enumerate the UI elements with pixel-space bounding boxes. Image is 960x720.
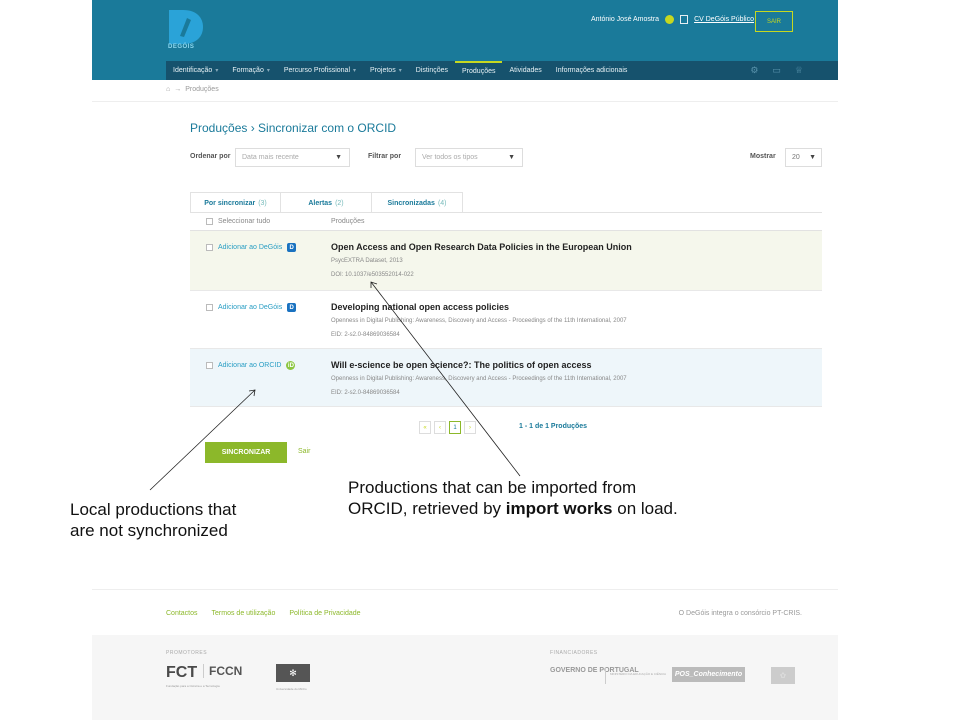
minho-logo[interactable]: ✻ bbox=[276, 664, 310, 682]
fct-logo[interactable]: FCT bbox=[166, 664, 197, 682]
arrow-left bbox=[149, 389, 256, 491]
funders-label: FINANCIADORES bbox=[550, 650, 598, 656]
annotation-local: Local productions that are not synchroni… bbox=[70, 499, 236, 541]
arrow-right bbox=[370, 281, 521, 477]
fct-subtitle: Fundação para a Ciência e a Tecnologia bbox=[166, 684, 220, 688]
fccn-logo[interactable]: FCCN bbox=[203, 664, 242, 678]
footer-divider bbox=[92, 589, 838, 590]
annotation-orcid: Productions that can be imported from OR… bbox=[348, 477, 678, 519]
annotation-arrows bbox=[149, 281, 521, 491]
annotation-line: are not synchronized bbox=[70, 521, 228, 540]
minho-subtitle: Universidade do Minho bbox=[276, 687, 307, 691]
poc-logo[interactable]: POS_Conhecimento bbox=[672, 667, 745, 682]
footer-link-privacidade[interactable]: Política de Privacidade bbox=[289, 610, 360, 617]
eu-flag-icon[interactable]: ✩ bbox=[771, 667, 795, 684]
footer-consortium: O DeGóis integra o consórcio PT-CRIS. bbox=[678, 610, 802, 617]
annotation-line: Local productions that bbox=[70, 500, 237, 519]
promoters-label: PROMOTORES bbox=[166, 650, 208, 656]
footer-link-termos[interactable]: Termos de utilização bbox=[212, 610, 276, 617]
annotation-line: ORCID, retrieved by import works on load… bbox=[348, 498, 678, 519]
footer-logos: PROMOTORES FINANCIADORES FCT Fundação pa… bbox=[92, 635, 838, 720]
annotation-text: on load. bbox=[612, 499, 678, 518]
footer-link-contactos[interactable]: Contactos bbox=[166, 610, 198, 617]
divider bbox=[605, 667, 606, 684]
annotation-emphasis: import works bbox=[505, 499, 613, 518]
gov-subtitle: MINISTÉRIO DA EDUCAÇÃO E CIÊNCIA bbox=[610, 672, 667, 676]
footer-links: Contactos Termos de utilização Política … bbox=[166, 610, 361, 617]
annotation-text: ORCID, retrieved by bbox=[348, 499, 506, 518]
annotation-line: Productions that can be imported from bbox=[348, 478, 637, 497]
